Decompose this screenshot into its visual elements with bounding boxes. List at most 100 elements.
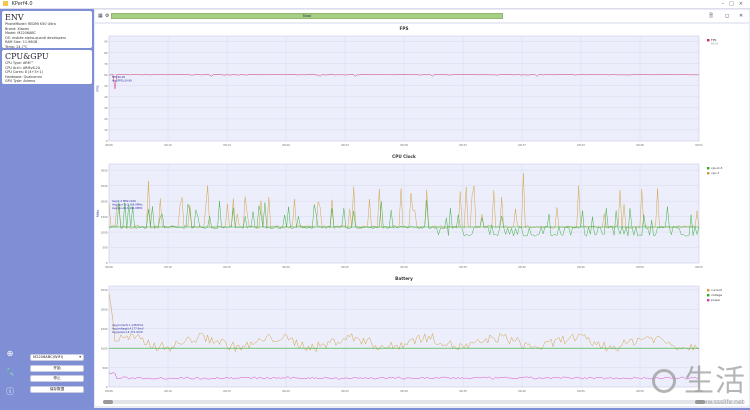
chart-title: CPU Clock	[392, 154, 416, 159]
x-tick-label: 09:28	[400, 143, 408, 147]
x-tick-label: 09:30	[400, 389, 408, 393]
settings-icon[interactable]: ⚙	[105, 12, 109, 20]
start-button[interactable]: 开始	[30, 365, 84, 372]
plus-circle-icon[interactable]: ⊕	[5, 349, 15, 359]
chart-panel-2: Battery 0 500 1000 1500 2000 2500 09:06 09:10 09:…	[101, 276, 723, 393]
tooltip-line: Avg(FPS):59.99	[112, 79, 132, 83]
x-tick-label: 09:40	[518, 389, 526, 393]
y-tick-label: 10	[104, 128, 108, 132]
legend-label: FPS	[711, 38, 717, 42]
tooltip-line: Avg(voltage):4,177.9mV	[112, 327, 144, 331]
grid-icon[interactable]: ▦	[98, 12, 103, 20]
cpugpu-line: GPU Type: Adreno	[5, 79, 36, 84]
x-tick-label: 09:45	[577, 389, 585, 393]
charts-panel: FPS 0 10 20 30 40 50 60 70 80 90 09:06 09:10 09:13 09:…	[95, 24, 749, 406]
watermark: 生活 www.ssslife.net	[650, 366, 746, 406]
x-tick-label: 09:10	[164, 143, 172, 147]
x-tick-label: 09:15	[223, 265, 231, 269]
x-tick-label: 09:35	[459, 265, 467, 269]
window-controls[interactable]: –□×	[722, 0, 748, 9]
info-icon[interactable]: ⓘ	[5, 387, 15, 397]
legend-value: 60.00	[711, 42, 719, 46]
y-tick-label: 70	[104, 62, 108, 66]
tooltip-line: Avg:0-3 MHz:1100	[112, 199, 136, 203]
stop-button[interactable]: 停止	[30, 375, 84, 382]
x-tick-label: 09:20	[282, 143, 290, 147]
env-card: ENV PhoneModel: REDMI K50 Ultra Brand: X…	[2, 11, 92, 58]
legend-label: current	[711, 288, 723, 292]
tooltip-line: FPS:60.00	[112, 75, 125, 79]
y-tick-label: 0	[106, 261, 108, 265]
legend-swatch	[707, 39, 710, 42]
x-tick-label: 09:55	[695, 265, 703, 269]
y-tick-label: 2500	[101, 288, 108, 292]
legend-label: voltage	[711, 293, 722, 297]
y-tick-label: 50	[104, 84, 108, 88]
x-tick-label: 09:40	[518, 265, 526, 269]
y-tick-label: 80	[104, 51, 108, 55]
legend-swatch	[707, 172, 710, 175]
legend-swatch	[707, 294, 710, 297]
y-tick-label: 1000	[101, 230, 108, 234]
y-tick-label: 90	[104, 40, 108, 44]
y-tick-label: 40	[104, 95, 108, 99]
y-tick-label: 500	[103, 366, 108, 370]
chart-panel-1: CPU Clock 0 500 1000 1500 2000 2500 3000 09:06 09…	[96, 154, 723, 269]
device-select-value: M2206ABC(WIFI)	[33, 355, 64, 359]
y-axis-label: MHz	[96, 210, 100, 217]
device-select[interactable]: M2206ABC(WIFI) ▾	[30, 354, 84, 361]
legend-label: power	[711, 298, 721, 302]
x-tick-label: 09:20	[282, 389, 290, 393]
x-tick-label: 09:06	[105, 389, 113, 393]
x-tick-label: 09:13	[223, 143, 231, 147]
main-area: ▦ ⚙ Total 🗎 ◻ ✕ FPS 0 10 20 30 40 50 60 70 80 90 09…	[94, 9, 750, 408]
tab-total[interactable]: Total	[111, 13, 503, 19]
watermark-logo-icon	[652, 369, 676, 393]
x-tick-label: 09:51	[695, 143, 703, 147]
save-data-button[interactable]: 保存数据	[30, 386, 84, 393]
charts-svg: FPS 0 10 20 30 40 50 60 70 80 90 09:06 09:10 09:13 09:…	[96, 26, 745, 404]
watermark-url: www.ssslife.net	[697, 399, 744, 406]
y-tick-label: 30	[104, 106, 108, 110]
y-tick-label: 2000	[101, 199, 108, 203]
x-tick-label: 09:06	[105, 143, 113, 147]
x-tick-label: 09:30	[400, 265, 408, 269]
y-axis-label: FPS	[96, 85, 100, 91]
y-tick-label: 2500	[101, 184, 108, 188]
legend-label: cpu-7	[711, 171, 720, 175]
x-tick-label: 09:35	[459, 389, 467, 393]
x-tick-label: 09:25	[341, 265, 349, 269]
legend-swatch	[707, 299, 710, 302]
close-icon[interactable]: ✕	[739, 12, 743, 20]
chart-panel-0: FPS 0 10 20 30 40 50 60 70 80 90 09:06 09:10 09:13 09:…	[96, 26, 719, 147]
sidebar: ENV PhoneModel: REDMI K50 Ultra Brand: X…	[0, 9, 94, 408]
tooltip-line: Avg(cpu-7):2,166.0MHz	[112, 203, 143, 207]
y-tick-label: 2000	[101, 308, 108, 312]
tooltip-line: Avg(current):1,148.8mA	[112, 323, 143, 327]
export-icon[interactable]: 🗎	[709, 12, 713, 20]
cpugpu-heading: CPU&GPU	[5, 52, 49, 61]
scrollbar-track	[103, 400, 745, 404]
x-tick-label: 09:23	[341, 143, 349, 147]
x-tick-label: 09:25	[341, 389, 349, 393]
x-tick-label: 09:20	[282, 265, 290, 269]
legend-label: cpu-0-3	[711, 166, 723, 170]
cpugpu-card: CPU&GPU CPU Type: ARM™ CPU Arch: ARMv8.2…	[2, 50, 92, 84]
wrench-icon[interactable]: 🔧	[5, 368, 15, 378]
legend-swatch	[707, 289, 710, 292]
y-tick-label: 500	[103, 246, 108, 250]
x-tick-label: 09:10	[164, 389, 172, 393]
x-tick-label: 09:43	[577, 143, 585, 147]
y-tick-label: 1500	[101, 327, 108, 331]
tooltip-line: Avg(power):4,772.3mW	[112, 330, 143, 334]
x-tick-label: 09:37	[518, 143, 526, 147]
x-tick-label: 09:50	[636, 389, 644, 393]
x-tick-label: 09:33	[459, 143, 467, 147]
watermark-text: 生活	[684, 364, 746, 399]
scrollbar-thumb-left[interactable]	[103, 400, 113, 404]
y-tick-label: 3000	[101, 168, 108, 172]
y-tick-label: 1000	[101, 346, 108, 350]
fullscreen-icon[interactable]: ◻	[725, 12, 729, 20]
env-heading: ENV	[5, 13, 24, 22]
legend-swatch	[707, 167, 710, 170]
